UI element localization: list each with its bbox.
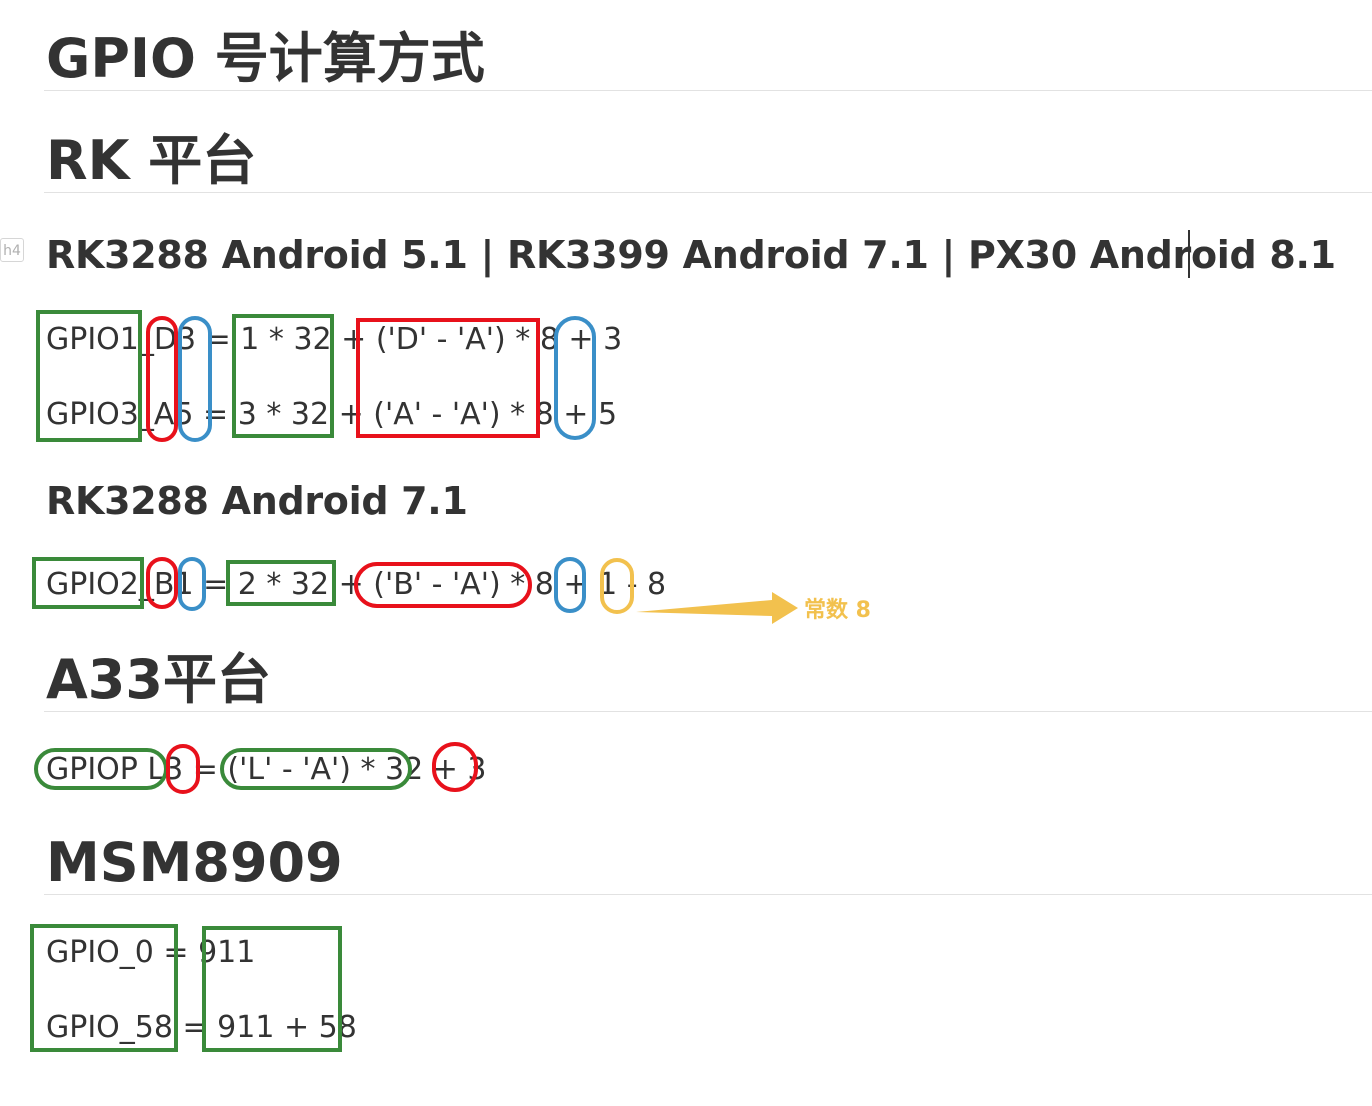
msm-divider — [44, 894, 1372, 895]
annotation-box-base — [202, 926, 342, 1052]
heading-level-tag: h4 — [0, 238, 24, 262]
annotation-box-bank-calc — [356, 318, 540, 438]
annotation-box-pin — [166, 744, 200, 794]
annotation-box-bank — [146, 316, 178, 442]
a33-divider — [44, 711, 1372, 712]
constant-note: 常数 8 — [804, 598, 871, 623]
annotation-box-pin-calc — [554, 316, 596, 440]
page-title: GPIO 号计算方式 — [46, 27, 485, 90]
annotation-box-port-calc — [220, 748, 412, 790]
rk-sub1-heading[interactable]: RK3288 Android 5.1 | RK3399 Android 7.1 … — [46, 236, 1336, 274]
annotation-box-port — [36, 310, 142, 442]
annotation-box-bank-calc — [354, 562, 532, 608]
a33-heading: A33平台 — [46, 648, 271, 711]
msm-heading: MSM8909 — [46, 831, 343, 894]
annotation-box-port — [32, 557, 144, 609]
annotation-box-pin-calc — [554, 557, 586, 613]
rk-sub2-heading: RK3288 Android 7.1 — [46, 479, 468, 523]
arrow-right-icon — [636, 592, 798, 624]
annotation-box-gpio — [30, 924, 178, 1052]
annotation-box-port-calc — [226, 560, 336, 606]
annotation-box-constant — [600, 558, 634, 614]
text-cursor — [1188, 230, 1190, 278]
annotation-box-bank — [146, 557, 178, 609]
annotation-box-port-calc — [232, 314, 334, 438]
title-divider — [44, 90, 1372, 91]
rk-divider — [44, 192, 1372, 193]
rk-heading: RK 平台 — [46, 129, 257, 192]
annotation-box-pin — [178, 316, 212, 442]
annotation-box-pin — [178, 557, 206, 611]
annotation-box-pin-calc — [432, 742, 478, 792]
annotation-box-port — [34, 748, 168, 790]
